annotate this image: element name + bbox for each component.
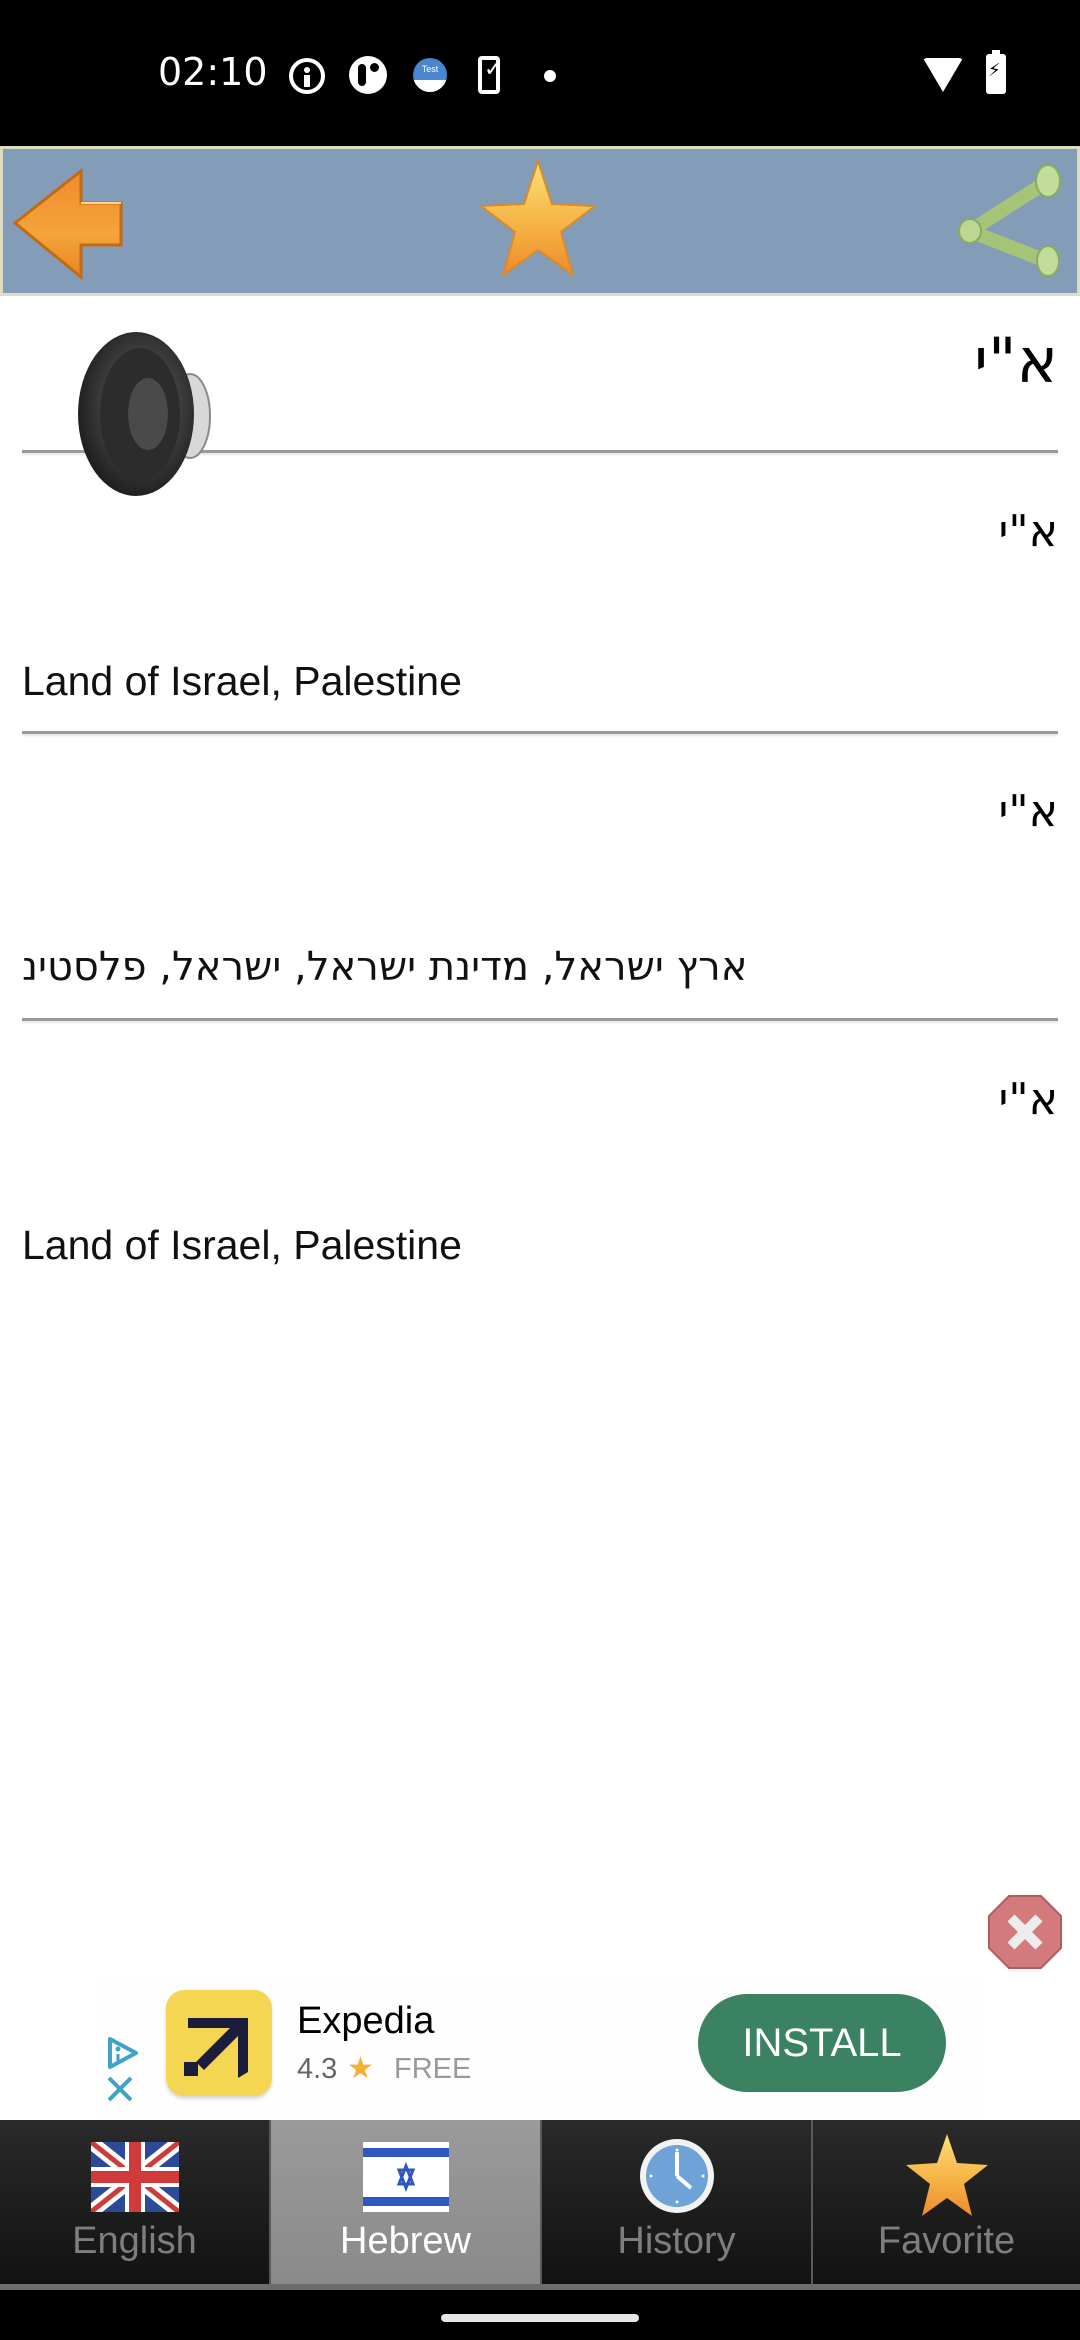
tab-label: History <box>617 2220 736 2262</box>
divider <box>22 1018 1058 1021</box>
ad-rating: 4.3 <box>297 2053 338 2085</box>
entry-word: א"י <box>998 786 1059 837</box>
star-icon <box>905 2134 988 2216</box>
status-bar: 02:10 Test <box>0 0 1080 146</box>
back-button[interactable] <box>9 149 129 293</box>
bottom-tab-bar: English Hebrew History Favorite <box>0 2120 1080 2290</box>
install-button[interactable]: INSTALL <box>698 1994 946 2092</box>
favorite-button[interactable] <box>473 149 603 293</box>
back-arrow-icon <box>12 167 123 281</box>
toolbar <box>0 146 1080 296</box>
phone-check-icon <box>478 56 502 94</box>
expedia-logo-icon <box>184 2018 248 2078</box>
app-r-icon <box>349 56 387 94</box>
tab-favorite[interactable]: Favorite <box>813 2120 1080 2284</box>
tab-label: Favorite <box>877 2220 1016 2262</box>
share-button[interactable] <box>948 149 1078 293</box>
tab-history[interactable]: History <box>542 2120 811 2284</box>
uk-flag-icon <box>90 2142 179 2212</box>
ad-app-name[interactable]: Expedia <box>297 2000 434 2043</box>
home-indicator[interactable] <box>441 2314 639 2322</box>
speaker-icon <box>78 332 211 496</box>
star-icon <box>478 157 598 278</box>
close-ad-button[interactable] <box>987 1894 1063 1970</box>
info-icon <box>289 58 325 94</box>
headword: א"י <box>974 324 1058 397</box>
ad-price: FREE <box>394 2053 472 2085</box>
divider <box>22 731 1058 734</box>
entry-word: א"י <box>998 1074 1059 1125</box>
status-time: 02:10 <box>158 50 268 94</box>
notification-dot-icon <box>544 70 556 82</box>
system-nav-bar <box>0 2290 1080 2340</box>
tab-english[interactable]: English <box>0 2120 269 2284</box>
tab-label: English <box>72 2220 197 2262</box>
ad-dismiss-button[interactable] <box>106 2075 134 2103</box>
tab-hebrew[interactable]: Hebrew <box>271 2120 540 2284</box>
rating-star-icon: ★ <box>347 2052 374 2085</box>
wifi-icon <box>923 58 963 92</box>
test-calendar-icon: Test <box>413 58 447 92</box>
share-icon <box>958 164 1061 277</box>
play-audio-button[interactable] <box>70 326 220 501</box>
ad-choices-icon <box>108 2037 138 2069</box>
ad-choices-button[interactable] <box>104 2035 140 2071</box>
entry-translation: Land of Israel, Palestine <box>22 658 462 704</box>
entry-translation: Land of Israel, Palestine <box>22 1222 462 1268</box>
tab-label: Hebrew <box>340 2220 471 2262</box>
ad-app-icon[interactable] <box>166 1990 272 2096</box>
entry-translation: ארץ ישראל, מדינת ישראל, ישראל, פלסטינ <box>22 944 748 990</box>
israel-flag-icon <box>362 2142 449 2212</box>
clock-icon <box>639 2139 714 2213</box>
close-icon <box>988 1895 1062 1969</box>
close-icon <box>107 2076 133 2102</box>
entry-word: א"י <box>998 506 1059 557</box>
battery-charging-icon <box>986 50 1006 94</box>
